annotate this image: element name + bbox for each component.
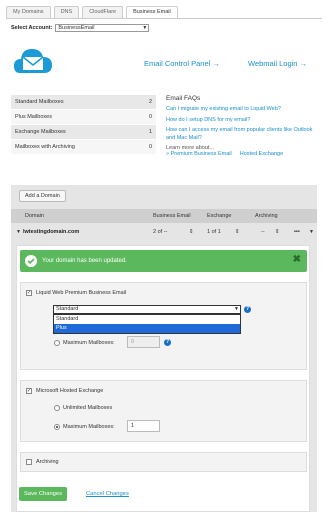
tab-divider <box>6 18 322 19</box>
domain-settings: Your domain has been updated. ✖ ✓ Liquid… <box>16 245 310 512</box>
stepper-icon[interactable]: ⇕ <box>235 229 240 235</box>
exchange-max-radio[interactable] <box>54 424 60 430</box>
learn-exchange-link[interactable]: Hosted Exchange <box>240 151 283 157</box>
premium-max-input[interactable]: 0 <box>127 336 160 348</box>
account-label: Select Account: <box>11 25 53 31</box>
stat-label: Plus Mailboxes <box>15 114 52 120</box>
add-domain-button[interactable]: Add a Domain <box>19 190 66 202</box>
domain-name: lwtestingdomain.com <box>23 229 80 235</box>
chevron-down-icon: ▼ <box>142 25 148 31</box>
archiving-title: Archiving <box>36 459 59 465</box>
stat-label: Standard Mailboxes <box>15 99 64 105</box>
mailbox-type-value: Standard <box>56 306 79 312</box>
more-options-icon[interactable]: ••• <box>294 229 300 235</box>
business-email-count: 2 of -- <box>153 229 168 235</box>
col-exchange: Exchange <box>207 213 232 219</box>
col-archiving: Archiving <box>255 213 278 219</box>
caret-down-icon[interactable]: ▼ <box>16 229 21 235</box>
email-control-panel-link[interactable]: Email Control Panel → <box>144 59 220 68</box>
close-icon[interactable]: ✖ <box>293 255 301 265</box>
exchange-checkbox[interactable]: ✓ <box>26 388 32 394</box>
premium-email-checkbox[interactable]: ✓ <box>26 290 32 296</box>
col-business-email: Business Email <box>153 213 191 219</box>
stat-row: Exchange Mailboxes 1 <box>11 125 156 140</box>
table-row[interactable]: ▼ lwtestingdomain.com 2 of -- ⇕ 1 of 1 ⇕… <box>11 228 317 238</box>
tab-my-domains[interactable]: My Domains <box>6 6 51 18</box>
domains-panel: Add a Domain Domain Business Email Excha… <box>11 185 317 512</box>
cancel-changes-link[interactable]: Cancel Changes <box>86 491 129 497</box>
premium-max-radio[interactable] <box>54 340 60 346</box>
faq-link-clients[interactable]: How can I access my email from popular c… <box>166 127 316 142</box>
stat-label: Exchange Mailboxes <box>15 129 66 135</box>
account-select-value: BusinessEmail <box>58 25 95 31</box>
col-domain: Domain <box>25 213 44 219</box>
top-tabs: My Domains DNS CloudFlare Business Email <box>6 6 178 18</box>
stat-value: 0 <box>148 144 152 150</box>
faq-title: Email FAQs <box>166 95 201 102</box>
success-message: Your domain has been updated. <box>42 258 127 264</box>
help-icon[interactable]: ? <box>244 306 251 313</box>
premium-max-label: Maximum Mailboxes: <box>63 340 115 346</box>
stat-value: 2 <box>148 99 152 105</box>
exchange-max-label: Maximum Mailboxes: <box>63 424 115 430</box>
archiving-count: -- <box>261 229 265 235</box>
tab-business-email[interactable]: Business Email <box>126 6 178 18</box>
exchange-max-input[interactable]: 1 <box>127 420 160 432</box>
save-changes-button[interactable]: Save Changes <box>19 487 68 501</box>
check-icon <box>25 255 37 267</box>
mailbox-type-options: Standard Plus <box>53 314 241 334</box>
archiving-checkbox[interactable] <box>26 459 32 465</box>
email-faq: Email FAQs Can I migrate my existing ema… <box>166 95 316 157</box>
stepper-icon[interactable]: ⇕ <box>189 229 194 235</box>
premium-email-section: ✓ Liquid Web Premium Business Email Stan… <box>20 282 307 370</box>
stepper-icon[interactable]: ⇕ <box>275 229 280 235</box>
faq-link-migrate[interactable]: Can I migrate my existing email to Liqui… <box>166 106 316 114</box>
exchange-unlimited-radio[interactable] <box>54 405 60 411</box>
cloud-mail-icon <box>14 49 52 73</box>
exchange-section: ✓ Microsoft Hosted Exchange Unlimited Ma… <box>20 380 307 442</box>
chevron-down-icon[interactable]: ▼ <box>309 229 314 235</box>
account-selector: Select Account: BusinessEmail ▼ <box>11 24 150 32</box>
tab-dns[interactable]: DNS <box>53 6 80 18</box>
webmail-login-link[interactable]: Webmail Login → <box>248 59 307 68</box>
exchange-title: Microsoft Hosted Exchange <box>36 388 104 394</box>
learn-premium-link[interactable]: » Premium Business Email <box>166 151 232 157</box>
stat-row: Mailboxes with Archiving 0 <box>11 140 156 155</box>
archiving-section: Archiving <box>20 452 307 472</box>
premium-email-title: Liquid Web Premium Business Email <box>36 290 127 296</box>
faq-link-dns[interactable]: How do I setup DNS for my email? <box>166 117 316 125</box>
domains-table-header: Domain Business Email Exchange Archiving <box>11 209 317 223</box>
chevron-down-icon: ▼ <box>234 306 239 312</box>
mailbox-type-select[interactable]: Standard ▼ <box>53 305 241 314</box>
account-select[interactable]: BusinessEmail ▼ <box>55 24 150 32</box>
exchange-unlimited-label: Unlimited Mailboxes <box>63 405 113 411</box>
stat-label: Mailboxes with Archiving <box>15 144 75 150</box>
mailbox-stats: Standard Mailboxes 2 Plus Mailboxes 0 Exch… <box>11 95 156 155</box>
help-icon[interactable]: ? <box>164 339 171 346</box>
stat-value: 0 <box>148 114 152 120</box>
option-standard[interactable]: Standard <box>54 315 240 324</box>
stat-value: 1 <box>148 129 152 135</box>
stat-row: Plus Mailboxes 0 <box>11 110 156 125</box>
exchange-count: 1 of 1 <box>207 229 221 235</box>
success-alert: Your domain has been updated. ✖ <box>20 250 307 272</box>
stat-row: Standard Mailboxes 2 <box>11 95 156 110</box>
tab-cloudflare[interactable]: CloudFlare <box>82 6 124 18</box>
option-plus[interactable]: Plus <box>54 324 240 333</box>
learn-more-links: » Premium Business Email Hosted Exchange <box>166 151 316 157</box>
